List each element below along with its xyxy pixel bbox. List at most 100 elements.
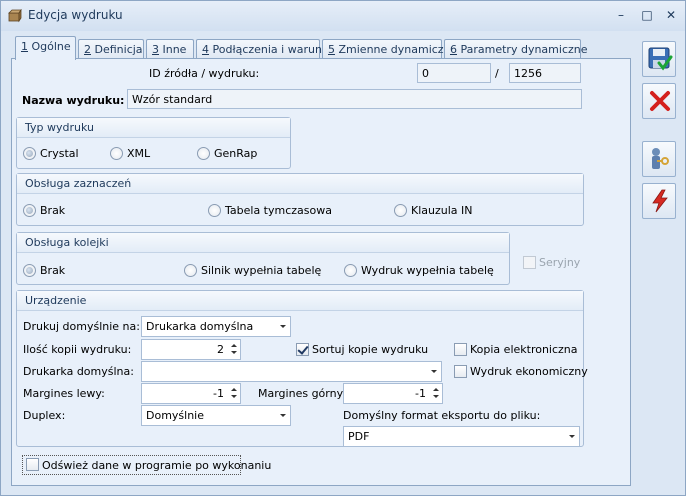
- ilosc-stepper[interactable]: 2: [141, 339, 241, 360]
- maximize-button[interactable]: □: [637, 6, 657, 24]
- radio-xml-label: XML: [127, 147, 151, 160]
- tab-ogolne-label: Ogólne: [28, 40, 71, 53]
- urzadzenie-title: Urządzenie: [17, 291, 583, 311]
- margines-gorny-stepper[interactable]: -1: [343, 383, 443, 404]
- duplex-value: Domyślnie: [146, 409, 205, 422]
- typ-wydruku-group: Typ wydruku Crystal XML GenRap: [16, 117, 291, 169]
- chevron-down-icon: [569, 435, 575, 438]
- id-label: ID źródła / wydruku:: [149, 67, 260, 80]
- radio-genrap[interactable]: [197, 147, 210, 160]
- radio-kolejki-brak[interactable]: [23, 264, 36, 277]
- tab-zmienne[interactable]: 5 Zmienne dynamiczne: [322, 39, 457, 59]
- seryjny-checkbox[interactable]: [523, 256, 536, 269]
- tab-parametry-label: Parametry dynamiczne: [457, 43, 588, 56]
- radio-kolejki-brak-label: Brak: [40, 264, 66, 277]
- obsluga-zaznaczen-title: Obsługa zaznaczeń: [17, 174, 583, 194]
- title-bar: Edycja wydruku – □ ✕: [1, 1, 685, 31]
- tab-podlaczenia[interactable]: 4 Podłączenia i warunki: [196, 39, 331, 59]
- radio-zaznaczen-brak-label: Brak: [40, 204, 66, 217]
- radio-wydruk-wypelnia[interactable]: [344, 264, 357, 277]
- format-label: Domyślny format eksportu do pliku:: [343, 409, 541, 422]
- app-icon: [8, 9, 22, 23]
- radio-klauzula-in-label: Klauzula IN: [411, 204, 473, 217]
- tab-ogolne[interactable]: 1 Ogólne: [15, 36, 76, 60]
- tab-zmienne-num: 5: [328, 43, 335, 56]
- kopia-label: Kopia elektroniczna: [470, 343, 578, 356]
- id-print-field[interactable]: 1256: [509, 63, 581, 83]
- tab-inne[interactable]: 3 Inne: [146, 39, 194, 59]
- radio-tabela-tymczasowa-label: Tabela tymczasowa: [225, 204, 332, 217]
- name-label: Nazwa wydruku:: [22, 94, 125, 107]
- typ-wydruku-title: Typ wydruku: [17, 118, 290, 138]
- kopia-checkbox[interactable]: [454, 343, 467, 356]
- radio-silnik-wypelnia[interactable]: [184, 264, 197, 277]
- spin-up-icon[interactable]: [231, 388, 237, 391]
- drukuj-value: Drukarka domyślna: [146, 320, 254, 333]
- margines-gorny-label: Margines górny:: [258, 387, 346, 400]
- radio-genrap-label: GenRap: [214, 147, 258, 160]
- drukuj-select[interactable]: Drukarka domyślna: [141, 316, 291, 337]
- margines-lewy-value: -1: [213, 387, 224, 400]
- tab-parametry[interactable]: 6 Parametry dynamiczne: [444, 39, 588, 59]
- radio-crystal[interactable]: [23, 147, 36, 160]
- id-source-field[interactable]: 0: [417, 63, 491, 83]
- seryjny-label: Seryjny: [539, 256, 581, 269]
- obsluga-kolejki-group: Obsługa kolejki Brak Silnik wypełnia tab…: [16, 232, 510, 285]
- ilosc-label: Ilość kopii wydruku:: [23, 343, 132, 356]
- format-value: PDF: [348, 430, 370, 443]
- sortuj-label: Sortuj kopie wydruku: [312, 343, 429, 356]
- tab-ogolne-num: 1: [21, 40, 28, 53]
- tab-podlaczenia-num: 4: [202, 43, 209, 56]
- obsluga-zaznaczen-group: Obsługa zaznaczeń Brak Tabela tymczasowa…: [16, 173, 584, 226]
- save-icon: [648, 47, 673, 71]
- user-key-icon: [652, 148, 669, 169]
- radio-silnik-wypelnia-label: Silnik wypełnia tabelę: [201, 264, 322, 277]
- drukarka-select[interactable]: [141, 361, 442, 382]
- tab-parametry-num: 6: [450, 43, 457, 56]
- lightning-button[interactable]: [642, 183, 676, 219]
- ekonomiczny-checkbox[interactable]: [454, 365, 467, 378]
- cancel-icon: [650, 91, 670, 111]
- duplex-select[interactable]: Domyślnie: [141, 405, 291, 426]
- margines-lewy-stepper[interactable]: -1: [141, 383, 241, 404]
- window-title: Edycja wydruku: [28, 8, 123, 22]
- obsluga-kolejki-title: Obsługa kolejki: [17, 233, 509, 253]
- chevron-down-icon: [280, 414, 286, 417]
- cancel-button[interactable]: [642, 83, 676, 119]
- spin-up-icon[interactable]: [433, 388, 439, 391]
- name-field[interactable]: Wzór standard: [127, 89, 582, 109]
- lightning-icon: [652, 189, 668, 213]
- tab-definicja-num: 2: [84, 43, 91, 56]
- sortuj-checkbox[interactable]: [296, 343, 309, 356]
- ilosc-value: 2: [217, 343, 224, 356]
- urzadzenie-group: Urządzenie Drukuj domyślnie na: Drukarka…: [16, 290, 588, 447]
- tab-panel-ogolne: ID źródła / wydruku: 0 / 1256 Nazwa wydr…: [11, 58, 631, 486]
- ekonomiczny-label: Wydruk ekonomiczny: [470, 365, 588, 378]
- tab-definicja-label: Definicja: [91, 43, 143, 56]
- print-edit-window: Edycja wydruku – □ ✕ 1 Ogólne 2 Definicj…: [0, 0, 686, 496]
- tab-zmienne-label: Zmienne dynamiczne: [335, 43, 458, 56]
- radio-zaznaczen-brak[interactable]: [23, 204, 36, 217]
- drukuj-label: Drukuj domyślnie na:: [23, 320, 140, 333]
- spin-down-icon[interactable]: [231, 395, 237, 398]
- radio-xml[interactable]: [110, 147, 123, 160]
- odswiez-label: Odśwież dane w programie po wykonaniu: [42, 459, 272, 472]
- odswiez-checkbox[interactable]: [26, 458, 39, 471]
- format-select[interactable]: PDF: [343, 426, 580, 447]
- margines-lewy-label: Margines lewy:: [23, 387, 105, 400]
- radio-tabela-tymczasowa[interactable]: [208, 204, 221, 217]
- tab-inne-num: 3: [152, 43, 159, 56]
- spin-down-icon[interactable]: [231, 351, 237, 354]
- tab-inne-label: Inne: [159, 43, 187, 56]
- minimize-button[interactable]: –: [611, 6, 631, 24]
- save-button[interactable]: [642, 41, 676, 77]
- drukarka-label: Drukarka domyślna:: [23, 365, 134, 378]
- spin-down-icon[interactable]: [433, 395, 439, 398]
- id-separator: /: [495, 67, 499, 80]
- tab-definicja[interactable]: 2 Definicja: [78, 39, 144, 59]
- spin-up-icon[interactable]: [231, 344, 237, 347]
- user-key-button[interactable]: [642, 141, 676, 177]
- radio-klauzula-in[interactable]: [394, 204, 407, 217]
- close-button[interactable]: ✕: [661, 6, 681, 24]
- tab-podlaczenia-label: Podłączenia i warunki: [209, 43, 332, 56]
